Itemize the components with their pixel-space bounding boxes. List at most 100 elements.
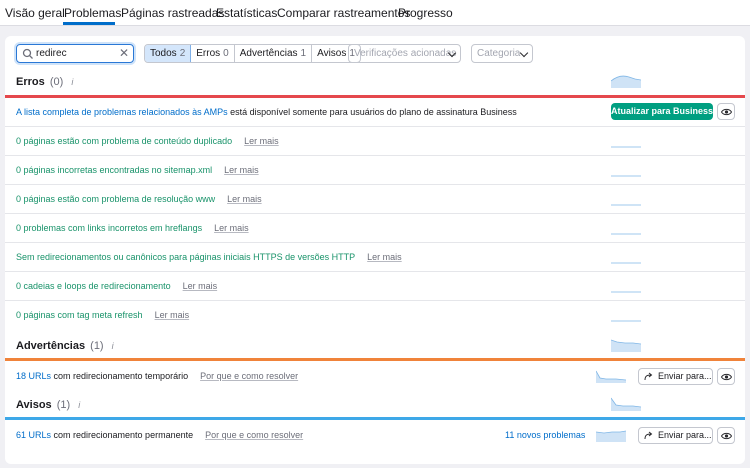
trend-sparkline	[611, 339, 641, 352]
list-item: Sem redirecionamentos ou canônicos para …	[5, 243, 745, 272]
issue-link[interactable]: 0 páginas estão com problema de resoluçã…	[16, 194, 215, 204]
trend-sparkline	[611, 146, 641, 148]
filter-label: Advertências	[239, 48, 298, 59]
chevron-down-icon	[519, 48, 529, 58]
section-title: Advertências	[16, 340, 86, 352]
close-icon[interactable]: ✕	[119, 46, 129, 60]
trend-sparkline	[611, 320, 641, 322]
tab-statistics[interactable]: Estatísticas	[216, 6, 277, 20]
eye-icon[interactable]	[717, 103, 735, 120]
filter-count: 2	[179, 48, 186, 59]
upgrade-banner-text: A lista completa de problemas relacionad…	[16, 107, 517, 117]
read-more-link[interactable]: Ler mais	[214, 223, 249, 233]
read-more-link[interactable]: Ler mais	[224, 165, 259, 175]
share-arrow-icon	[644, 372, 653, 381]
eye-icon[interactable]	[717, 427, 735, 444]
trend-sparkline	[611, 204, 641, 206]
trend-sparkline	[596, 430, 626, 442]
active-tab-indicator	[63, 22, 115, 25]
issue-text: 0 páginas estão com problema de conteúdo…	[16, 136, 279, 146]
send-to-button[interactable]: Enviar para...	[638, 368, 713, 385]
issue-text: 61 URLs com redirecionamento permanente P…	[16, 430, 303, 440]
info-icon[interactable]: i	[78, 400, 80, 410]
issue-link[interactable]: 61 URLs	[16, 430, 51, 440]
notices-section-header: Avisos (1) i	[16, 399, 80, 411]
banner-rest-text: está disponível somente para usuários do…	[227, 107, 517, 117]
why-how-fix-link[interactable]: Por que e como resolver	[200, 371, 298, 381]
list-item: 0 cadeias e loops de redirecionamento Ler…	[5, 272, 745, 301]
why-how-fix-link[interactable]: Por que e como resolver	[205, 430, 303, 440]
tab-compare-crawls[interactable]: Comparar rastreamentos	[277, 6, 410, 20]
send-to-label: Enviar para...	[658, 430, 712, 440]
search-box[interactable]: ✕	[16, 44, 134, 63]
trend-sparkline	[596, 370, 626, 383]
upgrade-business-button[interactable]: Atualizar para Business	[611, 103, 713, 120]
warnings-severity-bar	[5, 358, 745, 361]
info-icon[interactable]: i	[71, 77, 73, 87]
search-input[interactable]	[36, 46, 116, 61]
tab-crawled-pages[interactable]: Páginas rastreadas	[121, 6, 224, 20]
filter-warnings[interactable]: Advertências 1	[235, 45, 313, 62]
read-more-link[interactable]: Ler mais	[367, 252, 402, 262]
trend-sparkline	[611, 175, 641, 177]
tab-issues[interactable]: Problemas	[64, 6, 121, 20]
section-title: Avisos	[16, 399, 52, 411]
section-count: (1)	[56, 399, 71, 411]
read-more-link[interactable]: Ler mais	[183, 281, 218, 291]
list-item: 0 páginas estão com problema de conteúdo…	[5, 127, 745, 156]
issue-rest-text: com redirecionamento permanente	[51, 430, 194, 440]
issue-rest-text: com redirecionamento temporário	[51, 371, 189, 381]
notices-severity-bar	[5, 417, 745, 420]
errors-section-header: Erros (0) i	[16, 76, 73, 88]
issue-type-filter: Todos 2 Erros 0 Advertências 1 Avisos 1	[144, 44, 361, 63]
checks-dropdown-label: Verificações acionadas	[354, 48, 457, 59]
filter-count: 1	[300, 48, 307, 59]
filter-count: 0	[223, 48, 229, 59]
issue-link[interactable]: 0 páginas estão com problema de conteúdo…	[16, 136, 232, 146]
issue-text: 0 páginas incorretas encontradas no site…	[16, 165, 259, 175]
tab-progress[interactable]: Progresso	[398, 6, 453, 20]
filter-label: Avisos	[317, 48, 347, 59]
info-icon[interactable]: i	[112, 341, 114, 351]
trend-sparkline	[611, 262, 641, 264]
filter-errors[interactable]: Erros 0	[191, 45, 235, 62]
issue-text: 18 URLs com redirecionamento temporário P…	[16, 371, 298, 381]
list-item: 61 URLs com redirecionamento permanente P…	[5, 421, 745, 450]
list-item: 0 problemas com links incorretos em href…	[5, 214, 745, 243]
new-issues-link[interactable]: 11 novos problemas	[505, 430, 585, 440]
trend-sparkline	[611, 233, 641, 235]
filter-all[interactable]: Todos 2	[145, 45, 192, 62]
trend-sparkline	[611, 397, 641, 411]
issue-text: 0 páginas com tag meta refresh Ler mais	[16, 310, 189, 320]
eye-icon[interactable]	[717, 368, 735, 385]
filter-label: Todos	[150, 48, 177, 59]
issue-link[interactable]: 0 páginas incorretas encontradas no site…	[16, 165, 212, 175]
issue-link[interactable]: 18 URLs	[16, 371, 51, 381]
list-item: 0 páginas estão com problema de resoluçã…	[5, 185, 745, 214]
amp-issues-link[interactable]: A lista completa de problemas relacionad…	[16, 107, 228, 117]
section-count: (1)	[90, 340, 104, 352]
send-to-button[interactable]: Enviar para...	[638, 427, 713, 444]
upgrade-banner-row: A lista completa de problemas relacionad…	[5, 98, 745, 127]
search-icon	[22, 48, 33, 59]
category-dropdown-label: Categoria	[477, 48, 521, 59]
issue-link[interactable]: Sem redirecionamentos ou canônicos para …	[16, 252, 355, 262]
category-dropdown[interactable]: Categoria	[471, 44, 533, 63]
filter-label: Erros	[196, 48, 221, 59]
issue-text: 0 cadeias e loops de redirecionamento Ler…	[16, 281, 217, 291]
issue-link[interactable]: 0 problemas com links incorretos em href…	[16, 223, 202, 233]
issue-text: 0 problemas com links incorretos em href…	[16, 223, 249, 233]
checks-dropdown[interactable]: Verificações acionadas	[348, 44, 461, 63]
issue-link[interactable]: 0 páginas com tag meta refresh	[16, 310, 143, 320]
read-more-link[interactable]: Ler mais	[227, 194, 262, 204]
list-item: 18 URLs com redirecionamento temporário P…	[5, 362, 745, 391]
read-more-link[interactable]: Ler mais	[244, 136, 279, 146]
trend-sparkline	[611, 291, 641, 293]
issue-link[interactable]: 0 cadeias e loops de redirecionamento	[16, 281, 171, 291]
tab-overview[interactable]: Visão geral	[5, 6, 65, 20]
warnings-section-header: Advertências (1) i	[16, 340, 114, 352]
trend-sparkline	[611, 75, 641, 88]
list-item: 0 páginas incorretas encontradas no site…	[5, 156, 745, 185]
section-count: (0)	[49, 76, 64, 88]
read-more-link[interactable]: Ler mais	[155, 310, 190, 320]
